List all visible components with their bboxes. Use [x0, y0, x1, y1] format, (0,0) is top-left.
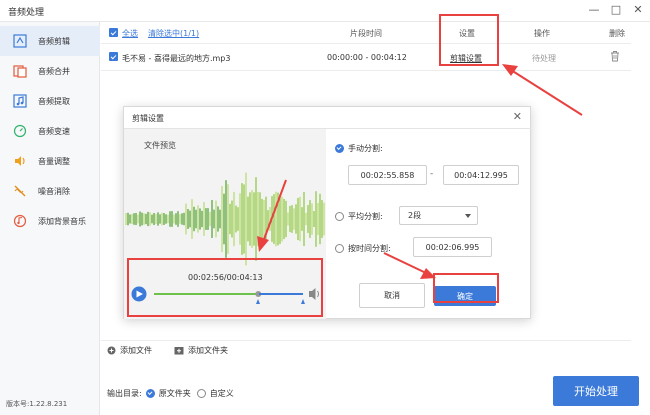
sidebar-item-audio-speed[interactable]: 音频变速: [0, 116, 100, 146]
column-delete: 删除: [609, 29, 625, 38]
chevron-down-icon: [465, 214, 471, 218]
add-folder-label: 添加文件夹: [188, 346, 228, 355]
dialog-close-icon[interactable]: ✕: [513, 110, 522, 123]
manual-split-option[interactable]: 手动分割:: [335, 143, 383, 154]
window-controls: — □ ✕: [588, 3, 644, 16]
split-options-panel: 手动分割: 00:02:55.858 - 00:04:12.995 平均分割: …: [326, 128, 531, 319]
average-segments-select[interactable]: 2段: [399, 206, 478, 225]
sidebar-item-label: 音频合并: [38, 66, 70, 76]
plus-circle-icon: [107, 346, 116, 355]
app-title: 音频处理: [8, 8, 45, 18]
sidebar: 音频剪辑 音频合并 音频提取 音频变速 音量调整 噪音消除 添加背景音乐 版本号…: [0, 22, 100, 415]
music-note-icon: [12, 93, 28, 109]
sidebar-item-audio-extract[interactable]: 音频提取: [0, 86, 100, 116]
sidebar-item-label: 音量调整: [38, 156, 70, 166]
trash-icon[interactable]: [610, 50, 620, 64]
average-split-option[interactable]: 平均分割:: [335, 211, 383, 222]
time-split-label: 按时间分割:: [348, 244, 391, 253]
column-action: 操作: [534, 29, 550, 38]
time-split-option[interactable]: 按时间分割:: [335, 243, 391, 254]
time-split-input[interactable]: 00:02:06.995: [413, 237, 492, 257]
output-directory: 输出目录: 原文件夹 自定义: [107, 388, 234, 399]
sidebar-item-label: 音频提取: [38, 96, 70, 106]
sidebar-item-audio-cut[interactable]: 音频剪辑: [0, 26, 100, 56]
sidebar-item-bgm[interactable]: 添加背景音乐: [0, 206, 100, 236]
speed-icon: [12, 123, 28, 139]
row-segment: 00:00:00 - 00:04:12: [327, 53, 407, 62]
column-segment: 片段时间: [350, 29, 382, 38]
manual-split-label: 手动分割:: [348, 144, 383, 153]
preview-label: 文件预览: [144, 141, 176, 150]
sidebar-item-volume[interactable]: 音量调整: [0, 146, 100, 176]
noise-icon: [12, 183, 28, 199]
sidebar-item-label: 音频变速: [38, 126, 70, 136]
select-all-link[interactable]: 全选: [122, 28, 138, 39]
start-processing-button[interactable]: 开始处理: [553, 376, 639, 406]
dialog-title: 剪辑设置: [132, 114, 164, 123]
sidebar-item-label: 噪音消除: [38, 186, 70, 196]
row-checkbox[interactable]: [109, 52, 118, 61]
add-file-label: 添加文件: [120, 346, 152, 355]
row-filename: 毛不易 - 喜得最远的地方.mp3: [122, 54, 231, 63]
merge-icon: [12, 63, 28, 79]
add-bar: 添加文件 添加文件夹: [101, 340, 631, 360]
output-label: 输出目录:: [107, 389, 142, 398]
custom-folder-radio[interactable]: [196, 389, 206, 398]
time-split-radio[interactable]: [335, 244, 344, 253]
table-header: 全选 清除选中(1/1) 片段时间 设置 操作 删除: [101, 22, 631, 44]
manual-end-input[interactable]: 00:04:12.995: [443, 165, 519, 185]
table-row[interactable]: 毛不易 - 喜得最远的地方.mp3 00:00:00 - 00:04:12 剪辑…: [101, 44, 631, 71]
highlight-player: [127, 258, 323, 317]
custom-folder-label: 自定义: [209, 389, 234, 398]
cancel-button[interactable]: 取消: [359, 283, 425, 308]
original-folder-radio[interactable]: [145, 389, 155, 398]
folder-plus-icon: [174, 347, 184, 355]
sidebar-item-label: 音频剪辑: [38, 36, 70, 46]
highlight-confirm: [433, 273, 499, 303]
volume-icon: [12, 153, 28, 169]
minimize-icon[interactable]: —: [588, 3, 600, 16]
clear-selected-link[interactable]: 清除选中(1/1): [148, 28, 199, 39]
version-label: 版本号:1.22.8.231: [6, 400, 68, 408]
bgm-icon: [12, 213, 28, 229]
range-dash: -: [430, 169, 434, 179]
sidebar-item-noise[interactable]: 噪音消除: [0, 176, 100, 206]
close-icon[interactable]: ✕: [632, 3, 644, 16]
maximize-icon[interactable]: □: [610, 3, 622, 16]
waveform: [125, 172, 325, 266]
sidebar-item-label: 添加背景音乐: [38, 216, 86, 226]
average-split-label: 平均分割:: [348, 212, 383, 221]
select-all-checkbox[interactable]: [109, 28, 118, 37]
sidebar-item-audio-merge[interactable]: 音频合并: [0, 56, 100, 86]
add-folder-button[interactable]: 添加文件夹: [174, 345, 228, 356]
add-file-button[interactable]: 添加文件: [107, 345, 152, 356]
average-split-radio[interactable]: [335, 212, 344, 221]
highlight-settings: [439, 14, 499, 66]
average-segments-value: 2段: [408, 211, 422, 220]
original-folder-label: 原文件夹: [158, 389, 191, 398]
manual-start-input[interactable]: 00:02:55.858: [348, 165, 427, 185]
title-bar: 音频处理 — □ ✕: [0, 0, 650, 22]
row-status: 待处理: [532, 54, 556, 63]
scissors-audio-icon: [12, 33, 28, 49]
manual-split-radio[interactable]: [335, 144, 344, 153]
